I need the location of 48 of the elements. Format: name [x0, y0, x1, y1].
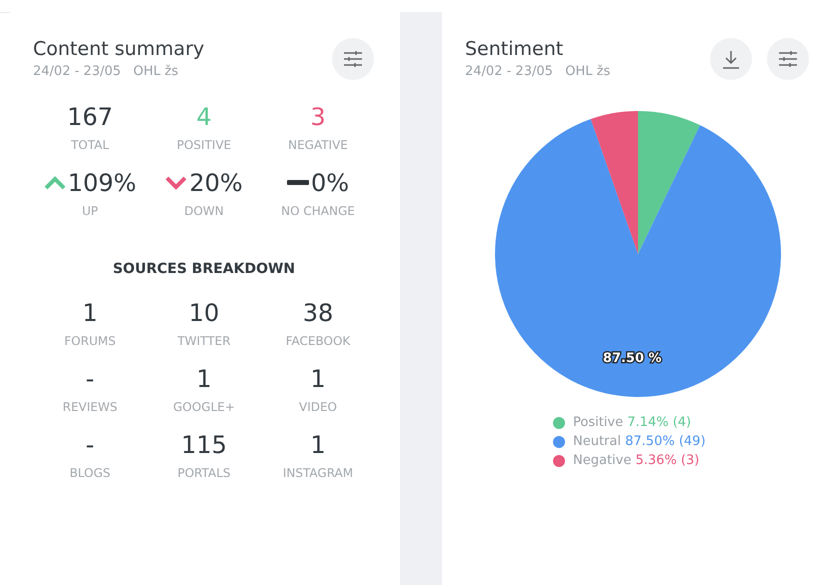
stat-label: BLOGS	[70, 465, 110, 482]
stat-value: 1	[310, 364, 326, 395]
trend-value: 109%	[68, 168, 136, 199]
dash-icon	[286, 180, 309, 186]
stat-value: 38	[302, 298, 334, 329]
stat-label: VIDEO	[298, 399, 337, 416]
stat-label: TWITTER	[177, 333, 231, 350]
stat-value: 3	[310, 102, 326, 133]
stat-value: 115	[181, 430, 227, 461]
download-button[interactable]	[710, 38, 752, 80]
stat-label: REVIEWS	[62, 399, 118, 416]
stat-label: PORTALS	[177, 465, 231, 482]
slice-label: 87.50 %	[602, 350, 662, 366]
download-icon	[722, 49, 740, 69]
stat-label: UP	[82, 203, 98, 220]
stat-value: 10	[188, 298, 220, 329]
chevron-up-icon	[44, 176, 66, 190]
stat-label: FORUMS	[64, 333, 116, 350]
stat-label: DOWN	[184, 203, 224, 220]
stat-label: POSITIVE	[176, 137, 232, 154]
stat-value: -	[86, 364, 94, 395]
chevron-down-icon	[165, 176, 188, 190]
trend-value: 0%	[310, 168, 350, 199]
stat-label: NEGATIVE	[288, 137, 348, 154]
section-heading: SOURCES BREAKDOWN	[112, 261, 296, 277]
legend-label: Negative 5.36% (3)	[573, 453, 700, 468]
stat-label: FACEBOOK	[286, 333, 350, 350]
legend-label: Positive 7.14% (4)	[573, 415, 692, 430]
stat-value: 1	[196, 364, 212, 395]
stat-value: 1	[82, 298, 98, 329]
card-title: Sentiment	[465, 37, 564, 62]
stat-value: -	[86, 430, 94, 461]
legend-label: Neutral 87.50% (49)	[573, 434, 706, 449]
filter-button[interactable]	[332, 38, 374, 80]
stat-label: TOTAL	[70, 137, 110, 154]
stat-value: 1	[310, 430, 326, 461]
settings-icon	[778, 50, 798, 68]
trend-value: 20%	[189, 168, 243, 199]
stat-label: NO CHANGE	[281, 203, 355, 220]
card-subtitle: 24/02 - 23/05 OHL žs	[33, 64, 178, 79]
stat-value: 167	[67, 102, 113, 133]
card-subtitle: 24/02 - 23/05 OHL žs	[465, 64, 610, 79]
filter-button[interactable]	[767, 38, 809, 80]
stat-label: GOOGLE+	[173, 399, 235, 416]
settings-icon	[343, 50, 363, 68]
stat-value: 4	[196, 102, 212, 133]
card-title: Content summary	[33, 37, 204, 62]
stat-label: INSTAGRAM	[282, 465, 354, 482]
